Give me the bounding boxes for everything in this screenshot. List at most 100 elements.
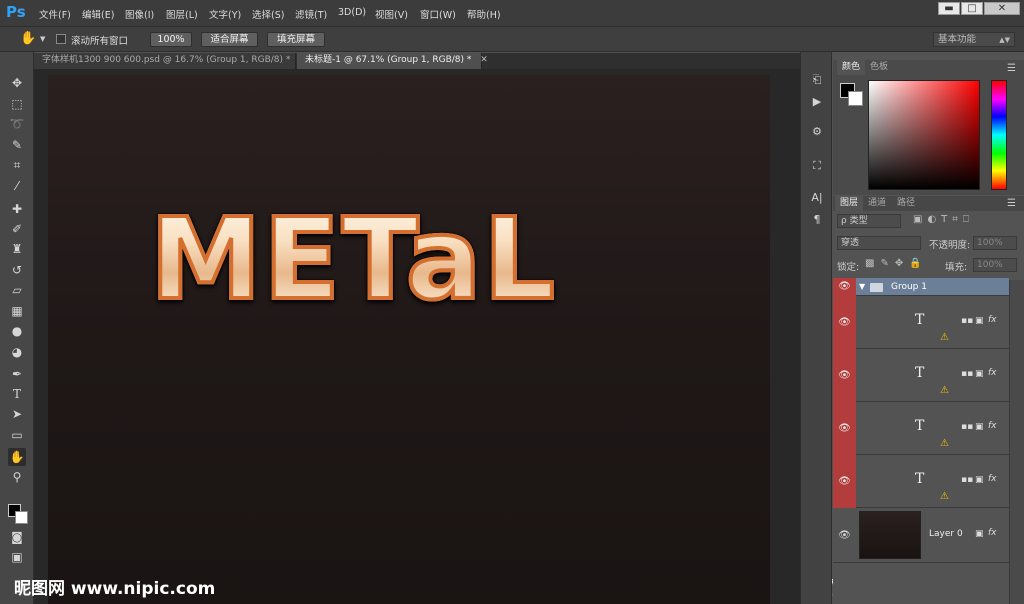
disclosure-triangle-icon[interactable]: ▼ <box>859 282 865 291</box>
folder-icon <box>870 283 883 292</box>
brush-tool-icon[interactable]: ✐ <box>8 220 26 238</box>
eye-icon[interactable]: 👁 <box>833 349 856 402</box>
clone-stamp-tool-icon[interactable]: ♜ <box>8 240 26 258</box>
menu-help[interactable]: 帮助(H) <box>467 7 501 21</box>
layers-scrollbar[interactable] <box>1009 280 1024 604</box>
layer-row-text-4[interactable]: 👁 T ⚠ ▪▪ ▣ fx <box>833 455 1009 508</box>
filter-kind-select[interactable]: ρ 类型 <box>837 214 901 228</box>
tab-paths[interactable]: 路径 <box>892 196 920 211</box>
layer-row-text-2[interactable]: 👁 T ⚠ ▪▪ ▣ fx <box>833 349 1009 402</box>
eraser-tool-icon[interactable]: ▱ <box>8 281 26 299</box>
blend-mode-select[interactable]: 穿透 <box>837 236 921 250</box>
path-select-tool-icon[interactable]: ➤ <box>8 405 26 423</box>
menu-type[interactable]: 文字(Y) <box>209 7 241 21</box>
eye-icon[interactable]: 👁 <box>833 508 856 563</box>
tab-color[interactable]: 颜色 <box>837 60 866 75</box>
quick-select-tool-icon[interactable]: ✎ <box>8 136 26 154</box>
tab-document-2[interactable]: 未标题-1 @ 67.1% (Group 1, RGB/8) * ✕ <box>297 53 488 69</box>
fill-input[interactable]: 100% <box>973 258 1017 272</box>
layer-row-group-1[interactable]: 👁 ▼ Group 1 <box>833 278 1009 296</box>
brush-presets-icon[interactable]: ⛶ <box>809 158 825 174</box>
hand-tool-icon[interactable]: ✋ <box>20 31 36 46</box>
layer-row-layer-0[interactable]: 👁 Layer 0 ▣ fx <box>833 508 1009 563</box>
tab-channels[interactable]: 通道 <box>863 196 891 211</box>
menu-filter[interactable]: 滤镜(T) <box>295 7 327 21</box>
eye-icon[interactable]: 👁 <box>833 296 856 349</box>
document-canvas[interactable] <box>48 75 770 604</box>
options-bar: ✋ ▼ 滚动所有窗口 100% 适合屏幕 填充屏幕 基本功能 ▲▼ <box>0 26 1024 52</box>
blur-tool-icon[interactable]: ● <box>8 322 26 340</box>
pen-tool-icon[interactable]: ✒ <box>8 365 26 383</box>
restore-button[interactable]: □ <box>961 2 983 15</box>
background-color-swatch[interactable] <box>15 511 28 524</box>
type-tool-icon[interactable]: T <box>8 385 26 403</box>
close-button[interactable]: ✕ <box>984 2 1020 15</box>
layer-row-text-1[interactable]: 👁 T ⚠ ▪▪ ▣ fx <box>833 296 1009 349</box>
layer-thumbnail <box>859 511 921 559</box>
character-icon[interactable]: A| <box>809 190 825 206</box>
menu-edit[interactable]: 编辑(E) <box>82 7 114 21</box>
link-icon: ▪▪ <box>961 369 974 379</box>
panel-menu-icon[interactable]: ☰ <box>1007 198 1016 209</box>
tab-layers[interactable]: 图层 <box>835 196 864 211</box>
eyedropper-tool-icon[interactable]: ⁄ <box>8 177 26 195</box>
adjustments-icon[interactable]: ⚙ <box>809 124 825 140</box>
tab-swatches[interactable]: 色板 <box>865 60 893 75</box>
text-layer-icon: T <box>915 471 925 487</box>
background-color-swatch[interactable] <box>848 91 863 106</box>
color-spectrum[interactable] <box>868 80 980 190</box>
lock-icons[interactable]: ▩✎✥🔒 <box>865 258 928 269</box>
panel-menu-icon[interactable]: ☰ <box>1007 63 1016 74</box>
menu-select[interactable]: 选择(S) <box>252 7 284 21</box>
history-icon[interactable]: ⎗ <box>809 72 825 88</box>
menu-view[interactable]: 视图(V) <box>375 7 408 21</box>
fx-icon[interactable]: fx <box>988 421 997 431</box>
rectangle-tool-icon[interactable]: ▭ <box>8 426 26 444</box>
fx-icon[interactable]: fx <box>988 368 997 378</box>
quick-mask-icon[interactable]: ◙ <box>8 528 26 546</box>
lasso-tool-icon[interactable]: ➰ <box>8 115 26 133</box>
link-icon: ▪▪ <box>961 475 974 485</box>
history-brush-tool-icon[interactable]: ↺ <box>8 261 26 279</box>
healing-brush-tool-icon[interactable]: ✚ <box>8 200 26 218</box>
fx-icon[interactable]: fx <box>988 528 997 538</box>
actions-play-icon[interactable]: ▶ <box>809 94 825 110</box>
zoom-100-button[interactable]: 100% <box>150 32 192 47</box>
screen-mode-icon[interactable]: ▣ <box>8 548 26 566</box>
close-icon[interactable]: ✕ <box>480 55 488 65</box>
fill-screen-button[interactable]: 填充屏幕 <box>267 32 325 47</box>
menu-window[interactable]: 窗口(W) <box>420 7 456 21</box>
workspace-value: 基本功能 <box>938 34 977 45</box>
warning-icon: ⚠ <box>940 438 949 449</box>
filter-icons[interactable]: ▣◐T⌗⎕ <box>913 214 974 225</box>
hue-slider[interactable] <box>991 80 1007 190</box>
paragraph-icon[interactable]: ¶ <box>809 212 825 228</box>
lock-label: 锁定: <box>837 262 860 273</box>
tools-panel: ✥ ⬚ ➰ ✎ ⌗ ⁄ ✚ ✐ ♜ ↺ ▱ ▦ ● ◕ ✒ T ➤ ▭ ✋ ⚲ … <box>0 52 34 604</box>
opacity-input[interactable]: 100% <box>973 236 1017 250</box>
eye-icon[interactable]: 👁 <box>833 402 856 455</box>
dodge-tool-icon[interactable]: ◕ <box>8 343 26 361</box>
menu-file[interactable]: 文件(F) <box>39 7 71 21</box>
layer-row-text-3[interactable]: 👁 T ⚠ ▪▪ ▣ fx <box>833 402 1009 455</box>
menu-layer[interactable]: 图层(L) <box>166 7 198 21</box>
scroll-all-checkbox[interactable] <box>56 34 66 44</box>
tool-preset-chevron-icon[interactable]: ▼ <box>40 35 45 43</box>
hand-tool-icon[interactable]: ✋ <box>8 448 26 466</box>
eye-icon[interactable]: 👁 <box>833 278 856 296</box>
eye-icon[interactable]: 👁 <box>833 455 856 508</box>
minimize-button[interactable]: ▬ <box>938 2 960 15</box>
fx-icon[interactable]: fx <box>988 315 997 325</box>
menu-3d[interactable]: 3D(D) <box>338 7 366 18</box>
workspace-select[interactable]: 基本功能 ▲▼ <box>933 32 1015 47</box>
crop-tool-icon[interactable]: ⌗ <box>8 156 26 174</box>
marquee-tool-icon[interactable]: ⬚ <box>8 95 26 113</box>
tab-document-1[interactable]: 字体样机1300 900 600.psd @ 16.7% (Group 1, R… <box>34 53 307 69</box>
scroll-all-label: 滚动所有窗口 <box>71 36 129 47</box>
move-tool-icon[interactable]: ✥ <box>8 74 26 92</box>
zoom-tool-icon[interactable]: ⚲ <box>8 468 26 486</box>
menu-image[interactable]: 图像(I) <box>125 7 154 21</box>
fit-screen-button[interactable]: 适合屏幕 <box>201 32 258 47</box>
gradient-tool-icon[interactable]: ▦ <box>8 302 26 320</box>
fx-icon[interactable]: fx <box>988 474 997 484</box>
